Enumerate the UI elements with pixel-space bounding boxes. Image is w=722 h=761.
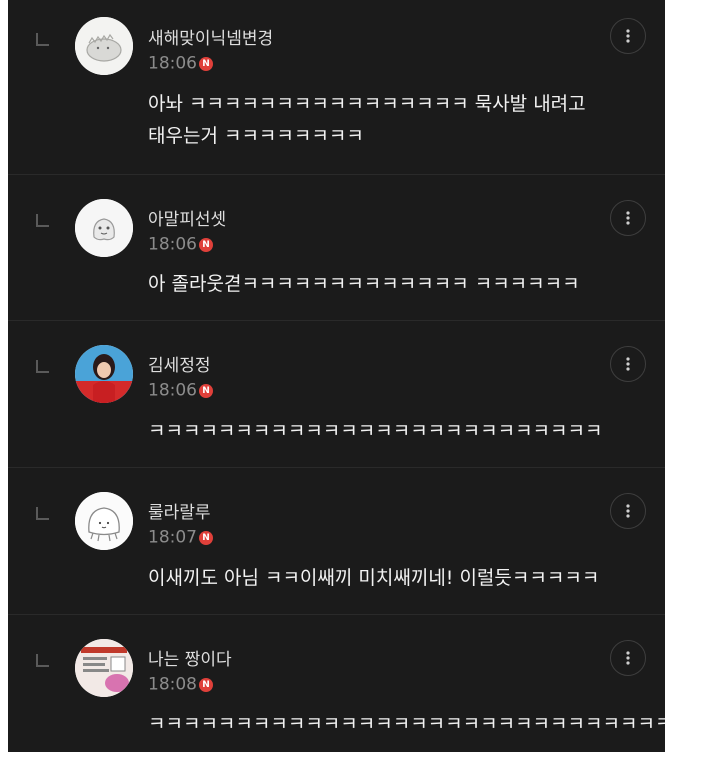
comment-meta: 18:06 N [148,234,213,255]
more-options-button[interactable] [610,346,646,382]
comment-text-line: 아 졸라웃겯ㅋㅋㅋㅋㅋㅋㅋㅋㅋㅋㅋㅋㅋ ㅋㅋㅋㅋㅋㅋ [148,273,580,295]
comment-nickname[interactable]: 룰라랄루 [148,498,211,523]
more-vertical-icon [626,29,630,43]
more-vertical-icon [626,504,630,518]
reply-arrow-icon [36,507,49,520]
more-vertical-icon [626,357,630,371]
comment-nickname[interactable]: 나는 짱이다 [148,645,232,670]
more-options-button[interactable] [610,493,646,529]
comment-time: 18:08 [148,674,197,695]
comment-nickname[interactable]: 아말피선셋 [148,205,226,230]
comment-meta: 18:07 N [148,527,213,548]
more-options-button[interactable] [610,18,646,54]
reply-arrow-icon [36,654,49,667]
new-badge-icon: N [199,677,213,692]
reply-arrow-icon [36,214,49,227]
comment-text: 아놔 ㅋㅋㅋㅋㅋㅋㅋㅋㅋㅋㅋㅋㅋㅋㅋㅋ 묵사발 내려고 태우는거 ㅋㅋㅋㅋㅋㅋㅋ… [148,88,586,152]
comment-time: 18:06 [148,53,197,74]
comment-list[interactable]: 새해맞이닉넴변경 18:06 N 아놔 ㅋㅋㅋㅋㅋㅋㅋㅋㅋㅋㅋㅋㅋㅋㅋㅋ 묵사발 … [8,0,665,752]
new-badge-icon: N [199,383,213,398]
comment-text: 아 졸라웃겯ㅋㅋㅋㅋㅋㅋㅋㅋㅋㅋㅋㅋㅋ ㅋㅋㅋㅋㅋㅋ [148,268,580,300]
comment-text-line: 태우는거 ㅋㅋㅋㅋㅋㅋㅋㅋ [148,125,364,147]
comment-text: ㅋㅋㅋㅋㅋㅋㅋㅋㅋㅋㅋㅋㅋㅋㅋㅋㅋㅋㅋㅋㅋㅋㅋㅋㅋㅋ [148,415,602,447]
comment-time: 18:06 [148,234,197,255]
more-options-button[interactable] [610,640,646,676]
new-badge-icon: N [199,530,213,545]
comment-nickname[interactable]: 새해맞이닉넴변경 [148,24,273,49]
avatar[interactable] [75,17,133,75]
comment-text-line: ㅋㅋㅋㅋㅋㅋㅋㅋㅋㅋㅋㅋㅋㅋㅋㅋㅋㅋㅋㅋㅋㅋㅋㅋㅋㅋ [148,420,603,442]
comment-item: 김세정정 18:06 N ㅋㅋㅋㅋㅋㅋㅋㅋㅋㅋㅋㅋㅋㅋㅋㅋㅋㅋㅋㅋㅋㅋㅋㅋㅋㅋ [8,321,665,468]
avatar[interactable] [75,199,133,257]
comment-time: 18:06 [148,380,197,401]
comment-text: 이새끼도 아님 ㅋㅋ이쌔끼 미치쌔끼네! 이럴듯ㅋㅋㅋㅋㅋ [148,562,599,594]
reply-arrow-icon [36,33,49,46]
comment-meta: 18:08 N [148,674,213,695]
comment-text-line: ㅋㅋㅋㅋㅋㅋㅋㅋㅋㅋㅋㅋㅋㅋㅋㅋㅋㅋㅋㅋㅋㅋㅋㅋㅋㅋㅋㅋㅋㅋㅋㅋ [148,713,665,735]
comment-text-line: 이새끼도 아님 ㅋㅋ이쌔끼 미치쌔끼네! 이럴듯ㅋㅋㅋㅋㅋ [148,567,600,589]
new-badge-icon: N [199,56,213,71]
comment-meta: 18:06 N [148,53,213,74]
comment-item: 룰라랄루 18:07 N 이새끼도 아님 ㅋㅋ이쌔끼 미치쌔끼네! 이럴듯ㅋㅋㅋㅋ… [8,468,665,615]
comment-text: ㅋㅋㅋㅋㅋㅋㅋㅋㅋㅋㅋㅋㅋㅋㅋㅋㅋㅋㅋㅋㅋㅋㅋㅋㅋㅋㅋㅋㅋㅋㅋㅋ [148,708,665,740]
comment-item: 아말피선셋 18:06 N 아 졸라웃겯ㅋㅋㅋㅋㅋㅋㅋㅋㅋㅋㅋㅋㅋ ㅋㅋㅋㅋㅋㅋ [8,175,665,321]
comment-text-line: 아놔 ㅋㅋㅋㅋㅋㅋㅋㅋㅋㅋㅋㅋㅋㅋㅋㅋ 묵사발 내려고 [148,93,586,115]
more-options-button[interactable] [610,200,646,236]
comment-item: 나는 짱이다 18:08 N ㅋㅋㅋㅋㅋㅋㅋㅋㅋㅋㅋㅋㅋㅋㅋㅋㅋㅋㅋㅋㅋㅋㅋㅋㅋㅋ… [8,615,665,752]
more-vertical-icon [626,211,630,225]
more-vertical-icon [626,651,630,665]
comment-meta: 18:06 N [148,380,213,401]
avatar[interactable] [75,345,133,403]
comment-time: 18:07 [148,527,197,548]
comment-nickname[interactable]: 김세정정 [148,351,211,376]
comment-item: 새해맞이닉넴변경 18:06 N 아놔 ㅋㅋㅋㅋㅋㅋㅋㅋㅋㅋㅋㅋㅋㅋㅋㅋ 묵사발 … [8,0,665,175]
avatar[interactable] [75,639,133,697]
reply-arrow-icon [36,360,49,373]
new-badge-icon: N [199,237,213,252]
avatar[interactable] [75,492,133,550]
